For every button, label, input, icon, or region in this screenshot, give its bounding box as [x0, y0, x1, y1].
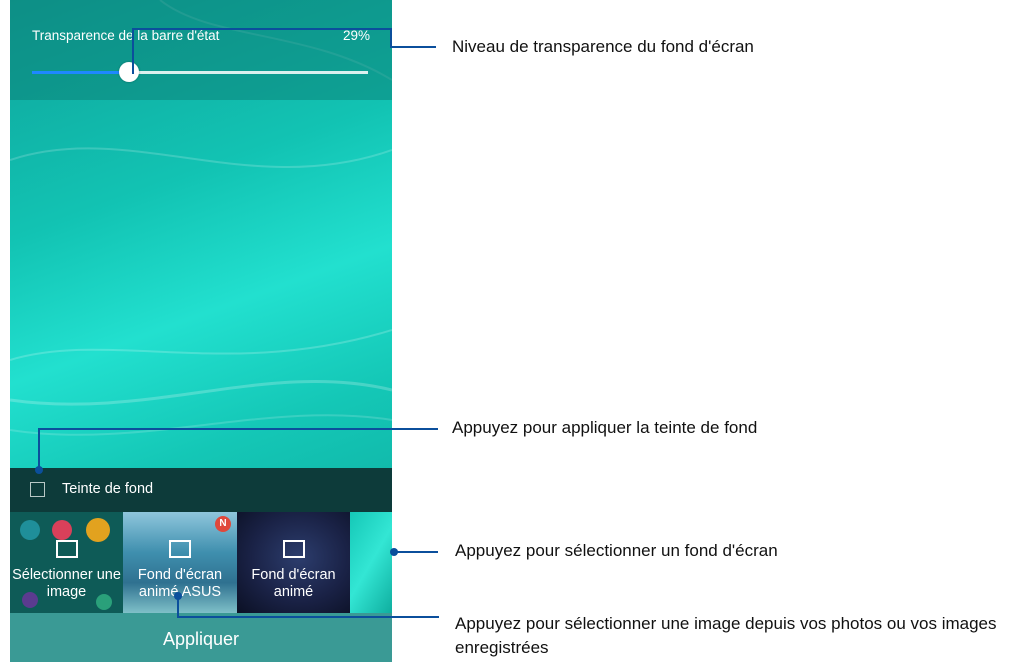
callout-line: [394, 551, 438, 553]
image-icon: [55, 540, 78, 558]
app-icon: [20, 520, 40, 540]
apply-button[interactable]: Appliquer: [10, 613, 392, 662]
image-icon: [169, 540, 191, 558]
app-icon: [52, 520, 72, 540]
annotation-select-wallpaper: Appuyez pour sélectionner un fond d'écra…: [455, 541, 778, 560]
tint-row[interactable]: Teinte de fond: [10, 468, 392, 512]
transparency-slider-track[interactable]: [32, 71, 368, 74]
callout-line: [132, 28, 390, 30]
wallpaper-tile-partial[interactable]: [350, 512, 392, 613]
wallpaper-screen: Transparence de la barre d'état 29% Tein…: [10, 0, 392, 662]
select-image-label: Sélectionner une image: [12, 567, 121, 600]
callout-marker: [390, 548, 398, 556]
image-icon: [282, 540, 305, 558]
transparency-panel: Transparence de la barre d'état 29%: [10, 0, 392, 100]
transparency-value: 29%: [342, 28, 370, 43]
callout-line: [38, 428, 40, 470]
transparency-slider-fill: [32, 71, 130, 74]
wallpaper-picker: Sélectionner une image N Fond d'écran an…: [10, 512, 392, 613]
transparency-label: Transparence de la barre d'état: [32, 28, 220, 43]
transparency-slider-thumb[interactable]: [119, 62, 140, 82]
callout-line: [390, 46, 436, 48]
callout-marker: [35, 466, 43, 474]
live-wallpaper-tile[interactable]: Fond d'écran animé: [237, 512, 350, 613]
live-wallpaper-label: Fond d'écran animé: [251, 567, 336, 600]
annotation-tint: Appuyez pour appliquer la teinte de fond: [452, 418, 758, 437]
callout-line: [177, 616, 439, 618]
tint-label: Teinte de fond: [62, 481, 154, 497]
callout-line: [132, 28, 134, 74]
annotation-select-image: Appuyez pour sélectionner une image depu…: [455, 614, 997, 657]
callout-marker: [174, 592, 182, 600]
tint-checkbox[interactable]: [30, 482, 45, 497]
callout-line: [38, 428, 438, 430]
app-icon: [86, 518, 110, 542]
callout-line: [390, 28, 392, 48]
apply-label: Appliquer: [162, 629, 240, 649]
new-badge: N: [215, 516, 231, 532]
select-image-tile[interactable]: Sélectionner une image: [10, 512, 123, 613]
annotation-transparency: Niveau de transparence du fond d'écran: [452, 37, 754, 56]
